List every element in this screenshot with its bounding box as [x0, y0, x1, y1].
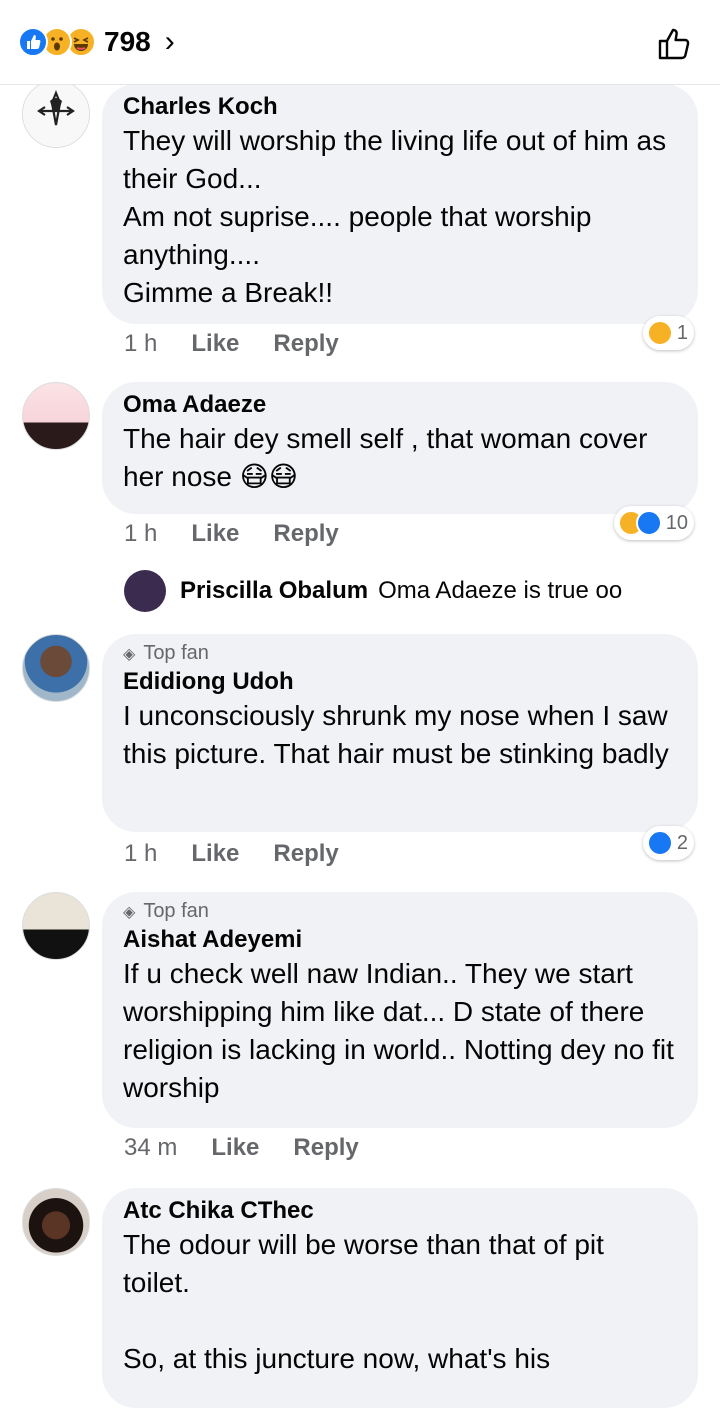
thumbs-up-icon[interactable] — [656, 26, 692, 62]
top-fan-badge: ◈ Top fan — [123, 642, 678, 665]
reply-author-name[interactable]: Priscilla Obalum — [180, 577, 368, 605]
comment-text: The hair dey smell self , that woman cov… — [123, 423, 648, 492]
comment-reactions[interactable]: 1 — [642, 316, 694, 350]
top-fan-label: Top fan — [143, 642, 209, 664]
comment-time: 1 h — [124, 330, 158, 357]
avatar[interactable] — [22, 80, 90, 148]
comment-bubble: Atc Chika CThec The odour will be worse … — [102, 1188, 698, 1408]
top-fan-badge: ◈ Top fan — [123, 900, 678, 923]
commenter-name[interactable]: Aishat Adeyemi — [123, 925, 678, 955]
comment-actions: 1 h Like Reply — [124, 840, 373, 868]
top-fan-label: Top fan — [143, 900, 209, 922]
comment-reactions[interactable]: 2 — [642, 826, 694, 860]
like-button[interactable]: Like — [191, 840, 239, 868]
commenter-name[interactable]: Edidiong Udoh — [123, 667, 678, 697]
like-button[interactable]: Like — [211, 1134, 259, 1162]
comment-time: 34 m — [124, 1134, 178, 1161]
reaction-count: 1 — [676, 321, 688, 344]
comment-bubble: Charles Koch They will worship the livin… — [102, 84, 698, 324]
avatar[interactable] — [22, 892, 90, 960]
comment-text: If u check well naw Indian.. They we sta… — [123, 958, 674, 1103]
avatar[interactable] — [22, 382, 90, 450]
reply-button[interactable]: Reply — [273, 840, 338, 868]
comment-time: 1 h — [124, 520, 158, 547]
reply-button[interactable]: Reply — [273, 520, 338, 548]
avatar[interactable] — [22, 634, 90, 702]
commenter-name[interactable]: Oma Adaeze — [123, 390, 678, 420]
comment-time: 1 h — [124, 840, 158, 867]
reply-preview[interactable]: Priscilla Obalum Oma Adaeze is true oo — [124, 570, 622, 612]
like-button[interactable]: Like — [191, 520, 239, 548]
reaction-count: 2 — [676, 831, 688, 854]
avatar[interactable] — [22, 1188, 90, 1256]
like-button[interactable]: Like — [191, 330, 239, 358]
like-reaction-icon — [635, 510, 662, 536]
comment-text: The odour will be worse than that of pit… — [123, 1229, 604, 1374]
commenter-name[interactable]: Charles Koch — [123, 92, 678, 122]
avatar[interactable] — [124, 570, 166, 612]
comment-text: They will worship the living life out of… — [123, 125, 667, 308]
diamond-icon: ◈ — [123, 903, 136, 921]
reaction-count: 798 — [104, 26, 151, 57]
comment-reactions[interactable]: 10 — [613, 506, 694, 540]
reaction-count: 10 — [665, 511, 688, 534]
comment-bubble: ◈ Top fan Edidiong Udoh I unconsciously s… — [102, 634, 698, 832]
reply-button[interactable]: Reply — [293, 1134, 358, 1162]
chevron-right-icon: › — [164, 25, 175, 58]
reply-text: Oma Adaeze is true oo — [378, 577, 623, 604]
reaction-summary[interactable]: 798 › — [18, 24, 175, 60]
like-reaction-icon — [646, 830, 673, 856]
haha-reaction-icon — [646, 320, 673, 346]
reactions-header: 798 › — [0, 0, 720, 85]
comment-bubble: ◈ Top fan Aishat Adeyemi If u check well … — [102, 892, 698, 1128]
comment-actions: 34 m Like Reply — [124, 1134, 393, 1162]
comment-actions: 1 h Like Reply — [124, 520, 373, 548]
reply-button[interactable]: Reply — [273, 330, 338, 358]
comment-actions: 1 h Like Reply — [124, 330, 373, 358]
comment-text: I unconsciously shrunk my nose when I sa… — [123, 700, 669, 769]
like-reaction-icon — [18, 27, 48, 57]
diamond-icon: ◈ — [123, 645, 136, 663]
commenter-name[interactable]: Atc Chika CThec — [123, 1196, 678, 1226]
comment-bubble: Oma Adaeze The hair dey smell self , tha… — [102, 382, 698, 514]
